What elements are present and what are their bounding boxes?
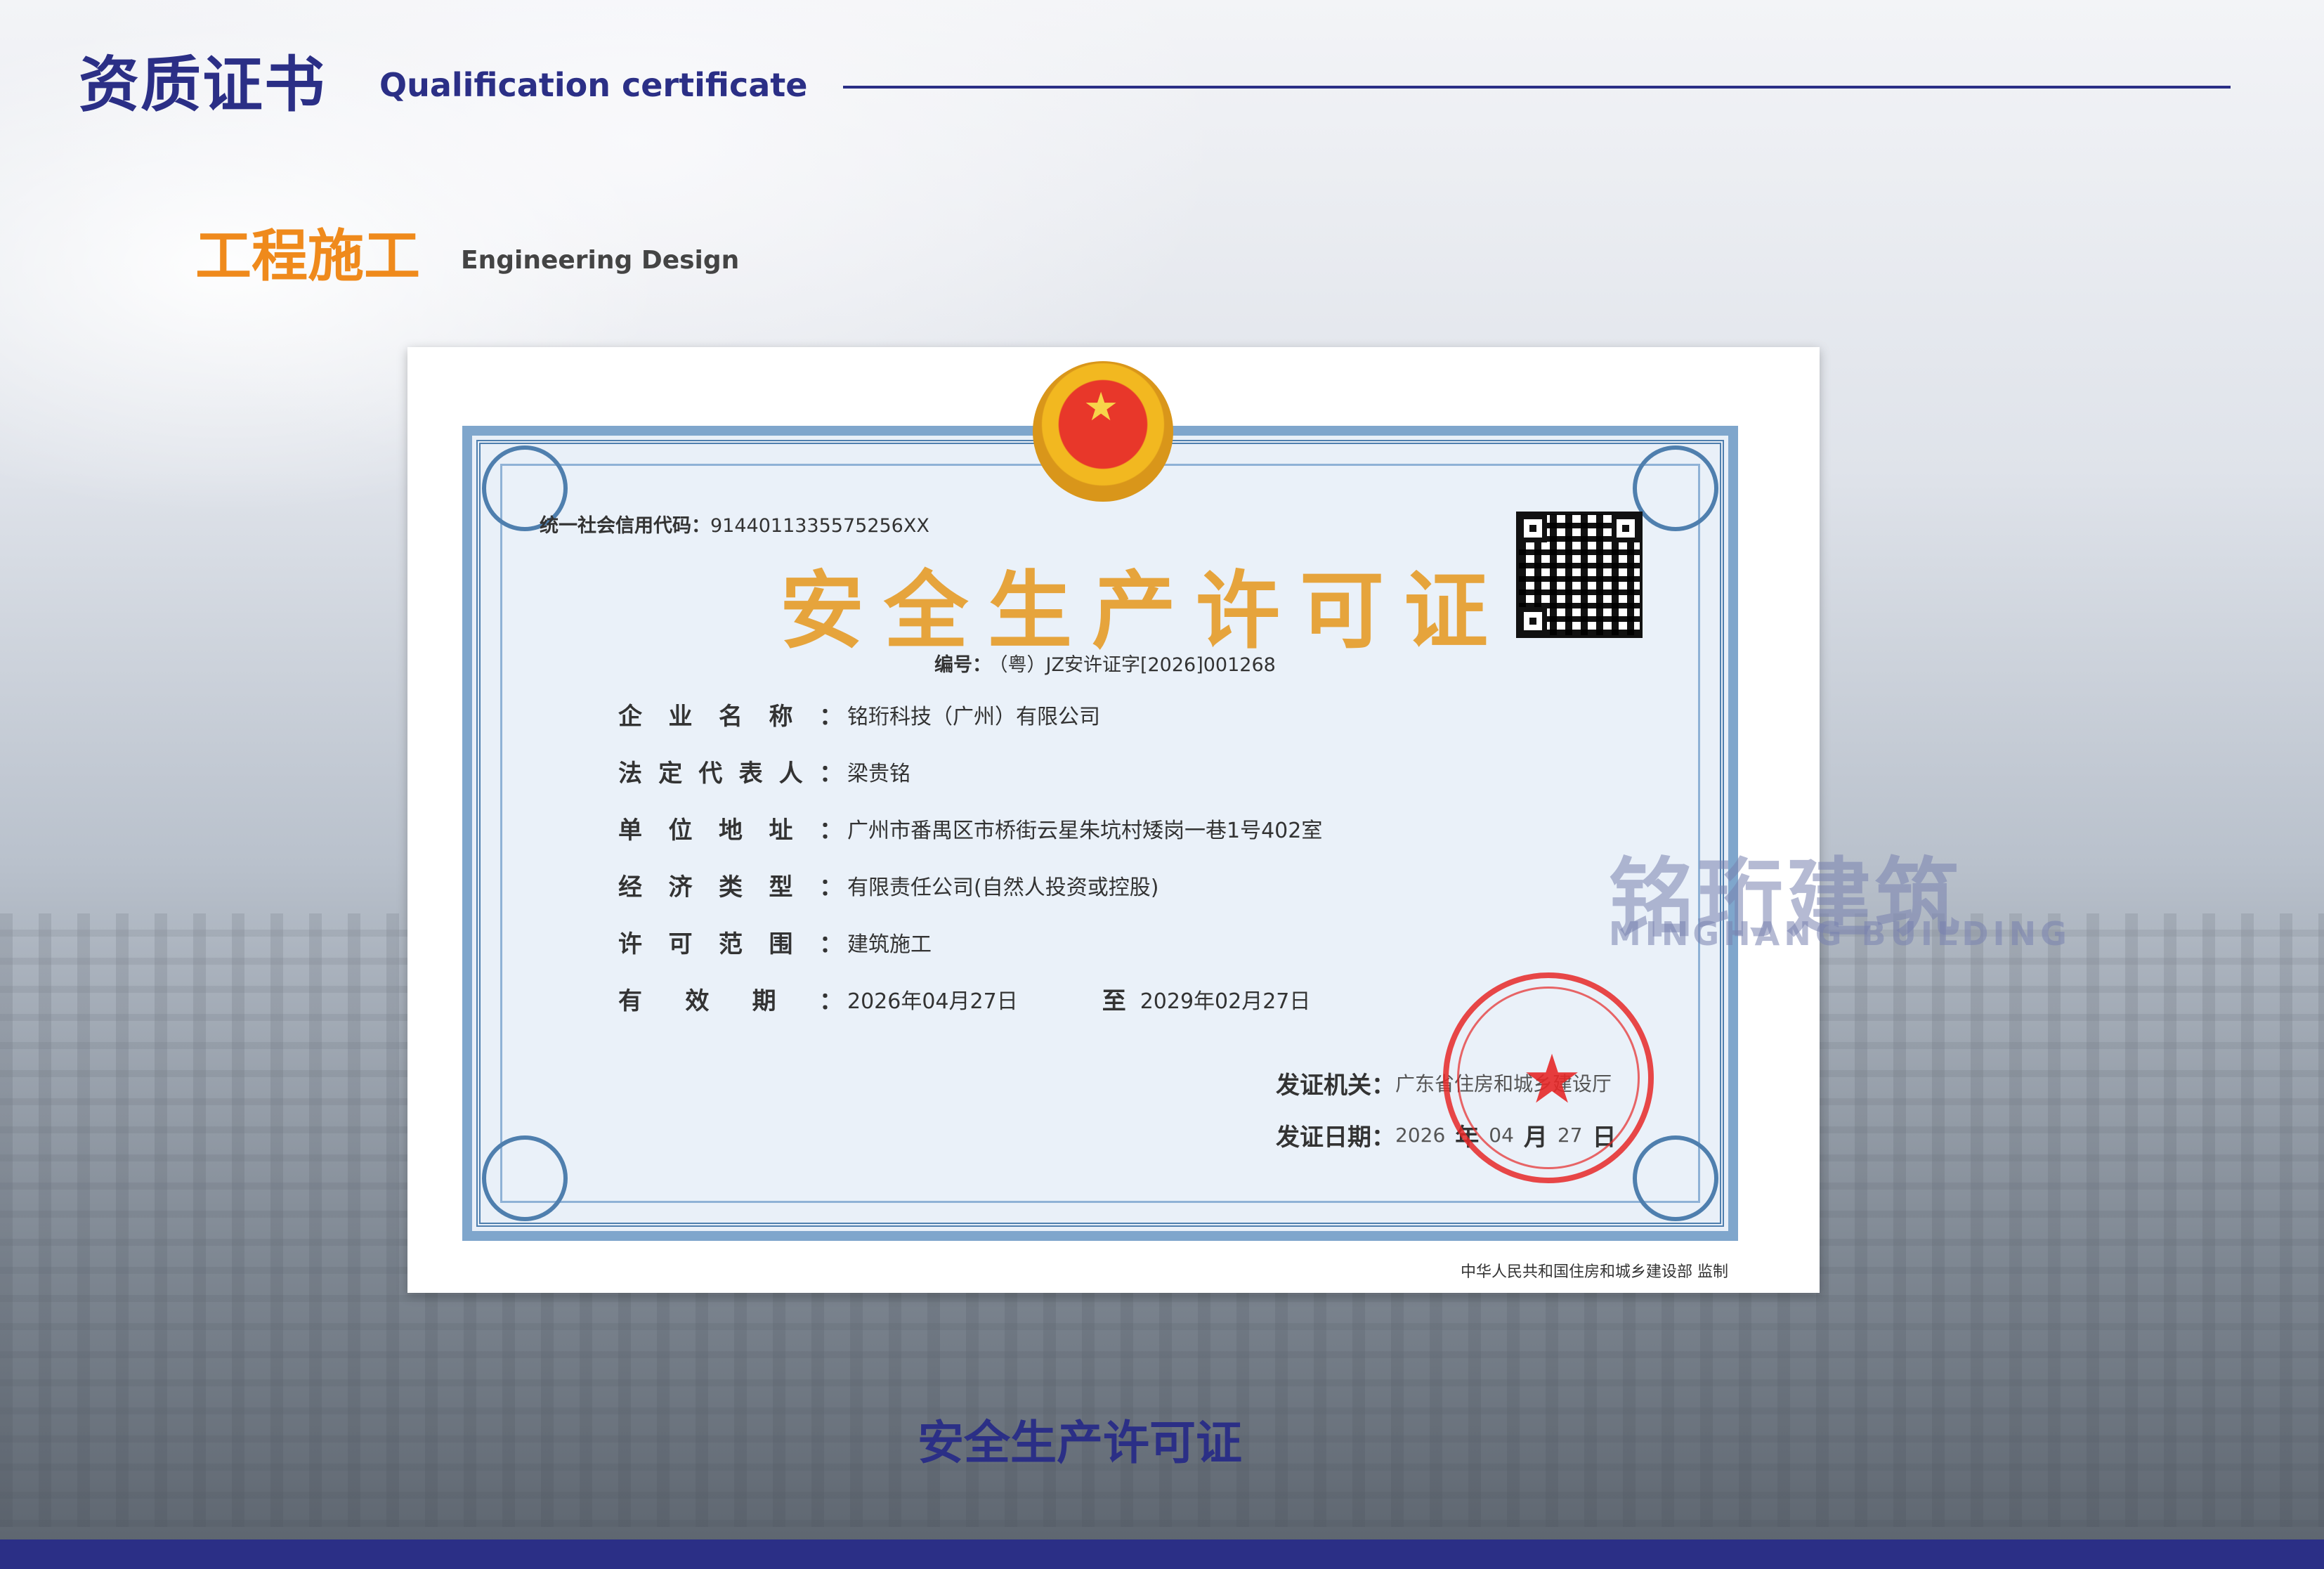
- bottom-bar: [0, 1539, 2324, 1569]
- certificate-number-value: （粤）JZ安许证字[2026]001268: [998, 654, 1276, 676]
- field-value: 2026年04月27日: [847, 989, 1018, 1014]
- issue-year: 2026: [1395, 1123, 1446, 1147]
- field-validity: 有效期： 2026年04月27日 至 2029年02月27日: [618, 970, 1322, 1027]
- field-company-name: 企业名称： 铭珩科技（广州）有限公司: [618, 686, 1322, 743]
- credit-code-label: 统一社会信用代码：: [540, 515, 710, 537]
- header-divider: [843, 86, 2231, 89]
- issuer-label: 发证机关：: [1276, 1071, 1395, 1100]
- field-economic-type: 经济类型： 有限责任公司(自然人投资或控股): [618, 857, 1322, 913]
- certificate-image: ★ 统一社会信用代码：9144011335575256XX 安全生产许可证 编号…: [407, 347, 1820, 1293]
- credit-code-value: 9144011335575256XX: [710, 515, 929, 537]
- field-value: 广州市番禺区市桥街云星朱坑村矮岗一巷1号402室: [847, 818, 1323, 843]
- official-seal-icon: ★: [1443, 972, 1654, 1183]
- issue-date-label: 发证日期：: [1276, 1123, 1395, 1152]
- certificate-fields: 企业名称： 铭珩科技（广州）有限公司 法定代表人： 梁贵铭 单位地址： 广州市番…: [618, 686, 1322, 1027]
- corner-ornament: [1633, 1135, 1718, 1221]
- field-value: 梁贵铭: [847, 761, 910, 786]
- qr-code-icon: [1516, 512, 1643, 638]
- corner-ornament: [482, 1135, 568, 1221]
- section-title: 工程施工: [195, 223, 420, 289]
- field-label: 许可范围：: [618, 930, 843, 958]
- section-title-en: Engineering Design: [461, 246, 740, 275]
- field-label: 法定代表人：: [618, 760, 843, 788]
- corner-ornament: [1633, 445, 1718, 531]
- field-value: 铭珩科技（广州）有限公司: [847, 704, 1100, 729]
- field-value: 有限责任公司(自然人投资或控股): [847, 875, 1159, 900]
- certificate-caption: 安全生产许可证: [918, 1416, 1242, 1470]
- field-license-scope: 许可范围： 建筑施工: [618, 913, 1322, 970]
- credit-code: 统一社会信用代码：9144011335575256XX: [540, 510, 929, 538]
- field-address: 单位地址： 广州市番禺区市桥街云星朱坑村矮岗一巷1号402室: [618, 800, 1322, 857]
- validity-to-label: 至: [1102, 987, 1126, 1015]
- page-title-en: Qualification certificate: [379, 66, 808, 104]
- field-label: 单位地址：: [618, 816, 843, 845]
- national-emblem-icon: ★: [1033, 361, 1173, 502]
- watermark-logo-en: MINGHANG BUILDING: [1609, 915, 2071, 953]
- field-label: 有效期：: [618, 987, 843, 1015]
- supervise-note: 中华人民共和国住房和城乡建设部 监制: [1461, 1263, 1728, 1281]
- field-value: 建筑施工: [847, 932, 932, 957]
- certificate-number: 编号： （粤）JZ安许证字[2026]001268: [934, 649, 1276, 677]
- field-legal-representative: 法定代表人： 梁贵铭: [618, 743, 1322, 800]
- validity-to-value: 2029年02月27日: [1140, 989, 1311, 1014]
- page-title: 资质证书: [79, 50, 326, 120]
- certificate-title: 安全生产许可证: [780, 563, 1508, 660]
- field-label: 企业名称：: [618, 703, 843, 731]
- field-label: 经济类型：: [618, 873, 843, 901]
- certificate-number-label: 编号：: [934, 654, 991, 676]
